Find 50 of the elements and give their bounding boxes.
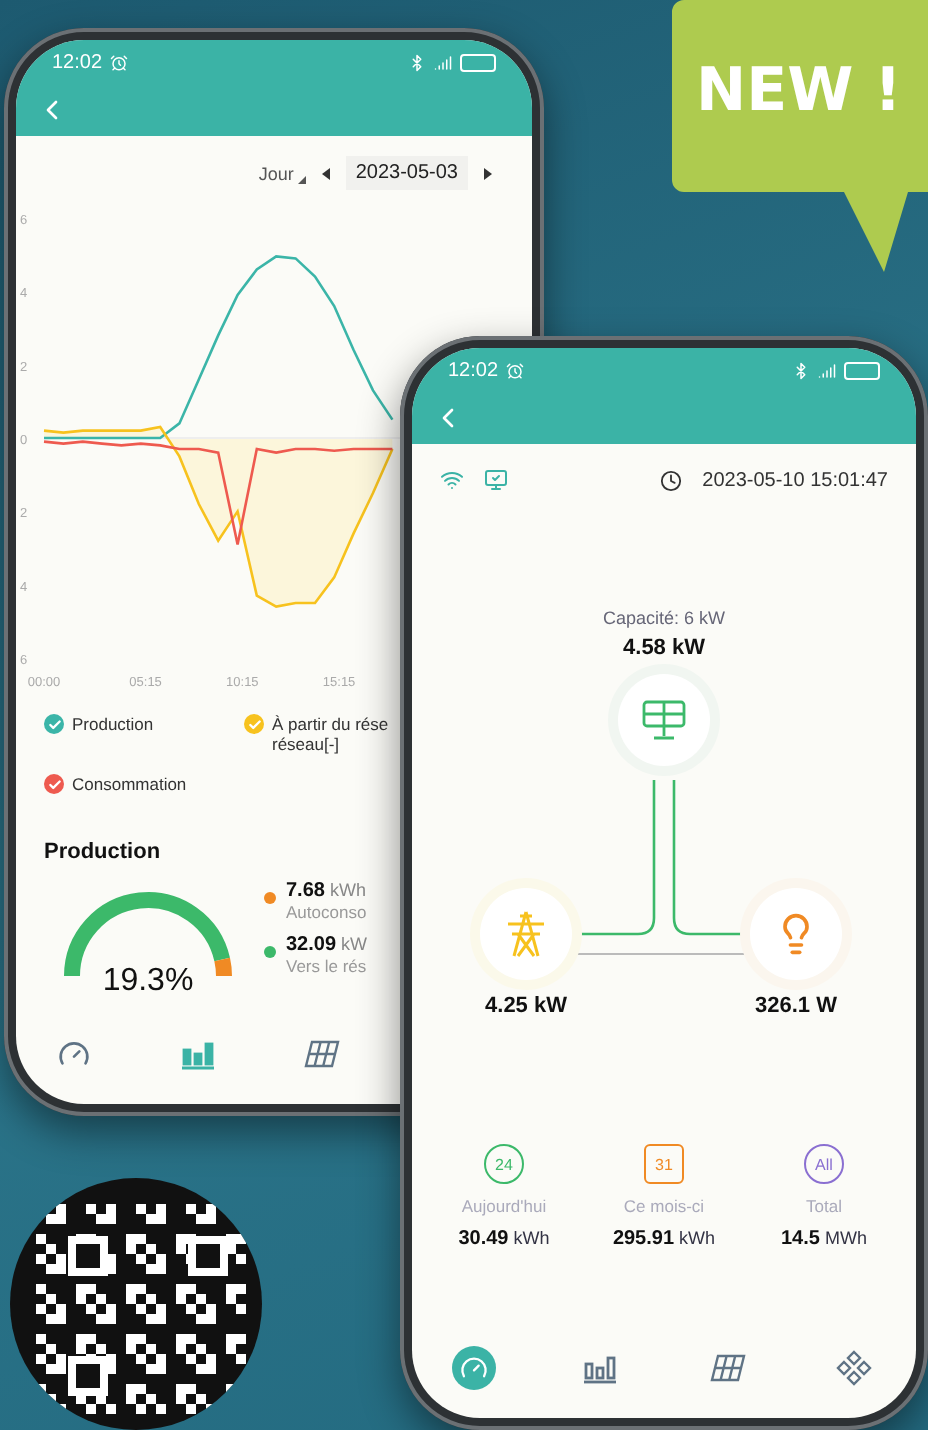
summary-value: 295.91 kWh xyxy=(612,1228,716,1250)
capacity-label: Capacité: 6 kW xyxy=(602,608,726,628)
battery-icon xyxy=(460,53,496,71)
summary-label: Ce mois-ci xyxy=(623,1196,705,1216)
alarm-icon xyxy=(110,53,129,71)
power-tower-icon xyxy=(506,910,546,958)
load-power: 326.1 W xyxy=(753,994,839,1018)
period-dropdown[interactable]: Jour xyxy=(258,163,306,183)
solar-panel-icon xyxy=(642,700,686,740)
gauge-icon xyxy=(460,1354,488,1382)
stat-value: 32.09 kW xyxy=(286,933,368,956)
legend-check-icon[interactable] xyxy=(44,774,64,795)
stat-value: 7.68 kWh xyxy=(286,879,367,902)
legend-check-icon[interactable] xyxy=(244,714,264,734)
period-icon: 24 xyxy=(484,1144,524,1184)
summary-label: Total xyxy=(806,1196,842,1216)
legend-label: À partir du rése réseau[-] xyxy=(272,714,389,755)
summary-value: 14.5 MWh xyxy=(781,1228,867,1250)
section-title: Production xyxy=(44,839,163,864)
legend-label: Consommation xyxy=(72,774,187,796)
next-icon[interactable] xyxy=(484,167,492,179)
status-time: 12:02 xyxy=(448,359,499,381)
new-label: NEW ! xyxy=(696,56,902,126)
status-time: 12:02 xyxy=(52,51,103,73)
period-icon: 31 xyxy=(644,1144,684,1184)
legend-label: Production xyxy=(72,714,154,735)
period-icon: All xyxy=(804,1144,844,1184)
stat-label: Vers le rés xyxy=(286,955,368,976)
grid-power: 4.25 kW xyxy=(483,994,569,1018)
modules-tab[interactable] xyxy=(831,1346,876,1390)
previous-icon[interactable] xyxy=(321,167,330,179)
gauge-icon xyxy=(58,1038,90,1070)
signal-icon xyxy=(434,53,452,71)
gauge-tab[interactable] xyxy=(452,1346,496,1390)
summary-label: Aujourd'hui xyxy=(461,1196,547,1216)
caret-icon xyxy=(297,175,306,183)
stat-label: Autoconso xyxy=(286,901,367,922)
legend-check-icon[interactable] xyxy=(44,714,64,734)
bluetooth-icon xyxy=(792,361,810,379)
summary-value: 30.49 kWh xyxy=(458,1228,550,1250)
timestamp: 2023-05-10 15:01:47 xyxy=(702,469,888,491)
monitor-icon xyxy=(484,468,508,492)
clock-icon xyxy=(660,469,683,491)
solar-power: 4.58 kW xyxy=(623,636,705,660)
alarm-icon xyxy=(506,361,525,379)
battery-icon xyxy=(844,361,880,379)
bluetooth-icon xyxy=(408,53,426,71)
date-field[interactable]: 2023-05-03 xyxy=(345,156,468,190)
gauge-reading: 19.3% xyxy=(100,963,196,1000)
signal-icon xyxy=(818,361,836,379)
